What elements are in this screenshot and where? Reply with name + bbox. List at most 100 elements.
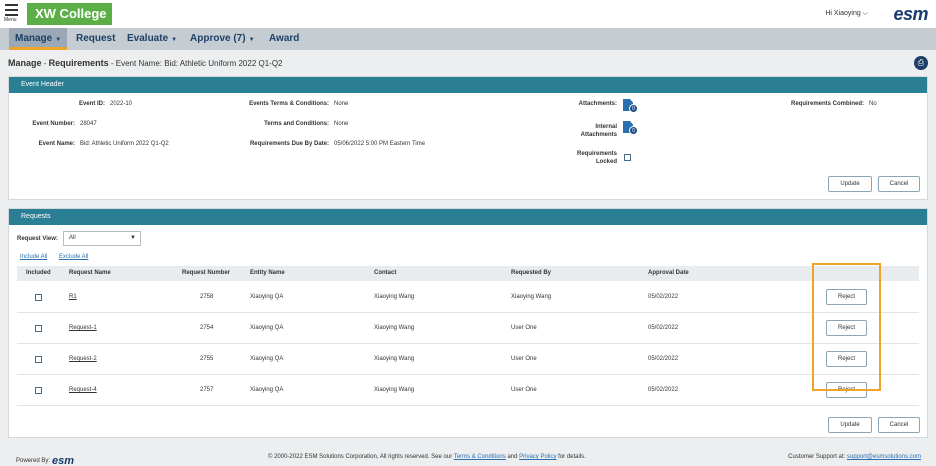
nav-evaluate-label: Evaluate: [127, 33, 169, 44]
reject-column-highlight: [812, 263, 881, 391]
support-label: Customer Support at:: [788, 454, 846, 460]
col-requested-by: Requested By: [511, 270, 552, 276]
table-row: Request-2 2755 Xiaoying QA Xiaoying Wang…: [17, 344, 919, 375]
requirements-combined-label: Requirements Combined:: [790, 101, 864, 107]
event-name-field: Event Name: Bid: Athletic Uniform 2022 Q1…: [9, 141, 169, 147]
user-menu[interactable]: Hi Xiaoying ⌵: [825, 10, 868, 18]
contact: Xiaoying Wang: [374, 356, 415, 362]
internal-attachment-icon[interactable]: 0: [623, 121, 638, 135]
approval-date: 05/02/2022: [648, 356, 679, 362]
event-header-panel: Event Header Event ID: 2022-10 Event Numb…: [8, 76, 928, 200]
requirements-locked-checkbox[interactable]: [624, 154, 631, 161]
footer-esm-logo: esm: [52, 455, 75, 466]
terms-conditions-value: None: [334, 121, 349, 127]
included-checkbox[interactable]: [35, 387, 42, 394]
event-id-value: 2022-10: [110, 101, 133, 107]
due-date-label: Requirements Due By Date:: [249, 141, 329, 147]
contact: Xiaoying Wang: [374, 325, 415, 331]
col-request-number: Request Number: [182, 270, 231, 276]
event-terms-field: Events Terms & Conditions: None: [209, 101, 348, 107]
terms-conditions-field: Terms and Conditions: None: [209, 121, 348, 127]
included-checkbox[interactable]: [35, 356, 42, 363]
approval-date: 05/02/2022: [648, 325, 679, 331]
college-logo[interactable]: XW College: [27, 3, 112, 25]
entity-name: Xiaoying QA: [250, 294, 284, 300]
chevron-down-icon: ▼: [55, 37, 62, 43]
entity-name: Xiaoying QA: [250, 387, 284, 393]
included-checkbox[interactable]: [35, 325, 42, 332]
privacy-link[interactable]: Privacy Policy: [519, 454, 556, 460]
hamburger-icon-bar: [5, 9, 18, 11]
chevron-down-icon: ▼: [248, 37, 255, 43]
due-date-field: Requirements Due By Date: 05/06/2022 5:00…: [209, 141, 425, 147]
event-number-value: 28047: [80, 121, 97, 127]
internal-attachments-label: Internal Attachments: [549, 123, 617, 139]
copyright-text: © 2000-2022 ESM Solutions Corporation, A…: [268, 454, 453, 460]
copyright-and: and: [507, 454, 518, 460]
update-button[interactable]: Update: [828, 176, 872, 192]
esm-logo: esm: [893, 4, 928, 24]
requests-update-button[interactable]: Update: [828, 417, 872, 433]
request-view-value: All: [69, 235, 76, 241]
copyright: © 2000-2022 ESM Solutions Corporation, A…: [268, 454, 586, 460]
table-row: Request-4 2757 Xiaoying QA Xiaoying Wang…: [17, 375, 919, 406]
requests-title: Requests: [9, 209, 927, 225]
breadcrumb-manage: Manage: [8, 58, 42, 68]
menu-button[interactable]: Menu: [4, 4, 20, 24]
requests-cancel-button[interactable]: Cancel: [878, 417, 920, 433]
requested-by: Xiaoying Wang: [511, 294, 552, 300]
include-all-link[interactable]: Include All: [20, 254, 47, 260]
terms-link[interactable]: Terms & Conditions: [454, 454, 506, 460]
internal-label-line1: Internal: [595, 124, 617, 130]
request-number: 2754: [200, 325, 214, 331]
internal-attachment-count-badge: 0: [629, 126, 638, 135]
requirements-combined-value: No: [869, 101, 877, 107]
copyright-post: for details.: [558, 454, 586, 460]
exclude-all-link[interactable]: Exclude All: [59, 254, 88, 260]
attachment-icon[interactable]: 0: [623, 99, 638, 113]
request-number: 2758: [200, 294, 214, 300]
print-icon[interactable]: ⎙: [914, 56, 928, 70]
support-email-link[interactable]: support@esmsolutions.com: [847, 454, 921, 460]
table-row: R1 2758 Xiaoying QA Xiaoying Wang Xiaoyi…: [17, 282, 919, 313]
approval-date: 05/02/2022: [648, 387, 679, 393]
nav-manage[interactable]: Manage ▼: [9, 28, 68, 50]
request-name-link[interactable]: Request-2: [69, 356, 97, 362]
breadcrumb-requirements: Requirements: [48, 58, 109, 68]
col-entity-name: Entity Name: [250, 270, 285, 276]
event-number-field: Event Number: 28047: [9, 121, 97, 127]
main-nav: Manage ▼ Request Evaluate ▼ Approve (7) ▼ A…: [0, 28, 936, 50]
event-number-label: Event Number:: [32, 121, 75, 127]
hamburger-icon: [5, 4, 18, 6]
event-id-label: Event ID:: [78, 101, 105, 107]
request-name-link[interactable]: Request-4: [69, 387, 97, 393]
footer: Powered By: esm © 2000-2022 ESM Solutions…: [0, 446, 936, 466]
event-terms-value: None: [334, 101, 349, 107]
col-contact: Contact: [374, 270, 397, 276]
request-name-link[interactable]: Request-1: [69, 325, 97, 331]
attachment-count-badge: 0: [629, 104, 638, 113]
approval-date: 05/02/2022: [648, 294, 679, 300]
included-checkbox[interactable]: [35, 294, 42, 301]
nav-request-label: Request: [76, 33, 116, 44]
terms-conditions-label: Terms and Conditions:: [264, 121, 329, 127]
nav-approve[interactable]: Approve (7) ▼: [184, 28, 261, 50]
request-name-link[interactable]: R1: [69, 294, 77, 300]
request-view-select[interactable]: All ▼: [63, 231, 141, 246]
nav-award[interactable]: Award: [263, 28, 305, 50]
page-title: Manage - Requirements - Event Name: Bid:…: [8, 58, 283, 68]
col-approval-date: Approval Date: [648, 270, 689, 276]
attachments-label: Attachments:: [578, 101, 617, 107]
requests-panel: Requests Request View: All ▼ Include All…: [8, 208, 928, 438]
nav-evaluate[interactable]: Evaluate ▼: [121, 28, 183, 50]
requirements-combined-field: Requirements Combined: No: [749, 101, 877, 107]
contact: Xiaoying Wang: [374, 387, 415, 393]
request-view-label: Request View:: [17, 236, 58, 242]
nav-manage-label: Manage: [15, 33, 53, 44]
contact: Xiaoying Wang: [374, 294, 415, 300]
event-name-subtitle: Event Name: Bid: Athletic Uniform 2022 Q…: [115, 59, 283, 68]
nav-request[interactable]: Request: [70, 28, 121, 50]
col-request-name: Request Name: [69, 270, 111, 276]
cancel-button[interactable]: Cancel: [878, 176, 920, 192]
event-name-value: Bid: Athletic Uniform 2022 Q1-Q2: [80, 141, 169, 147]
